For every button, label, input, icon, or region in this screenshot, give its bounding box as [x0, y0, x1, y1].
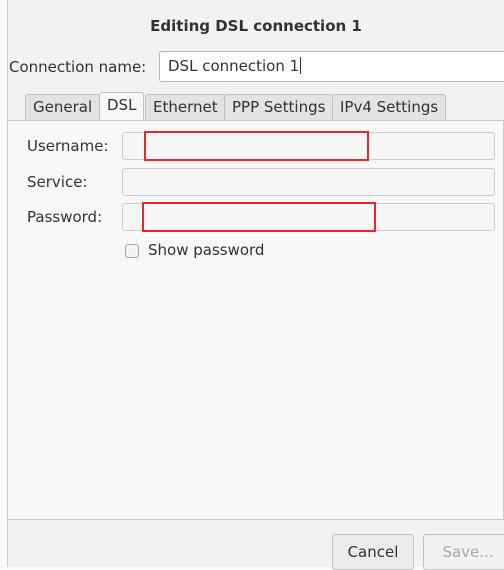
tab-ipv4-settings[interactable]: IPv4 Settings	[332, 94, 447, 120]
tab-ethernet[interactable]: Ethernet	[145, 94, 226, 120]
show-password-checkbox[interactable]	[125, 244, 139, 258]
dialog-title: Editing DSL connection 1	[150, 17, 362, 35]
text-caret	[300, 57, 302, 74]
show-password-label[interactable]: Show password	[148, 241, 264, 259]
tab-general[interactable]: General	[25, 94, 101, 120]
password-highlight-box	[142, 202, 376, 232]
service-label: Service:	[27, 173, 88, 191]
cancel-button[interactable]: Cancel	[332, 534, 414, 570]
tab-ppp-settings[interactable]: PPP Settings	[224, 94, 334, 120]
service-input[interactable]	[122, 168, 495, 196]
connection-name-label: Connection name:	[9, 58, 147, 76]
connection-name-input[interactable]: DSL connection 1	[159, 51, 504, 82]
password-label: Password:	[27, 208, 103, 226]
connection-name-value: DSL connection 1	[168, 57, 300, 75]
tab-dsl[interactable]: DSL	[99, 92, 145, 120]
username-label: Username:	[27, 137, 109, 155]
save-button[interactable]: Save...	[423, 534, 504, 570]
username-highlight-box	[144, 131, 369, 161]
